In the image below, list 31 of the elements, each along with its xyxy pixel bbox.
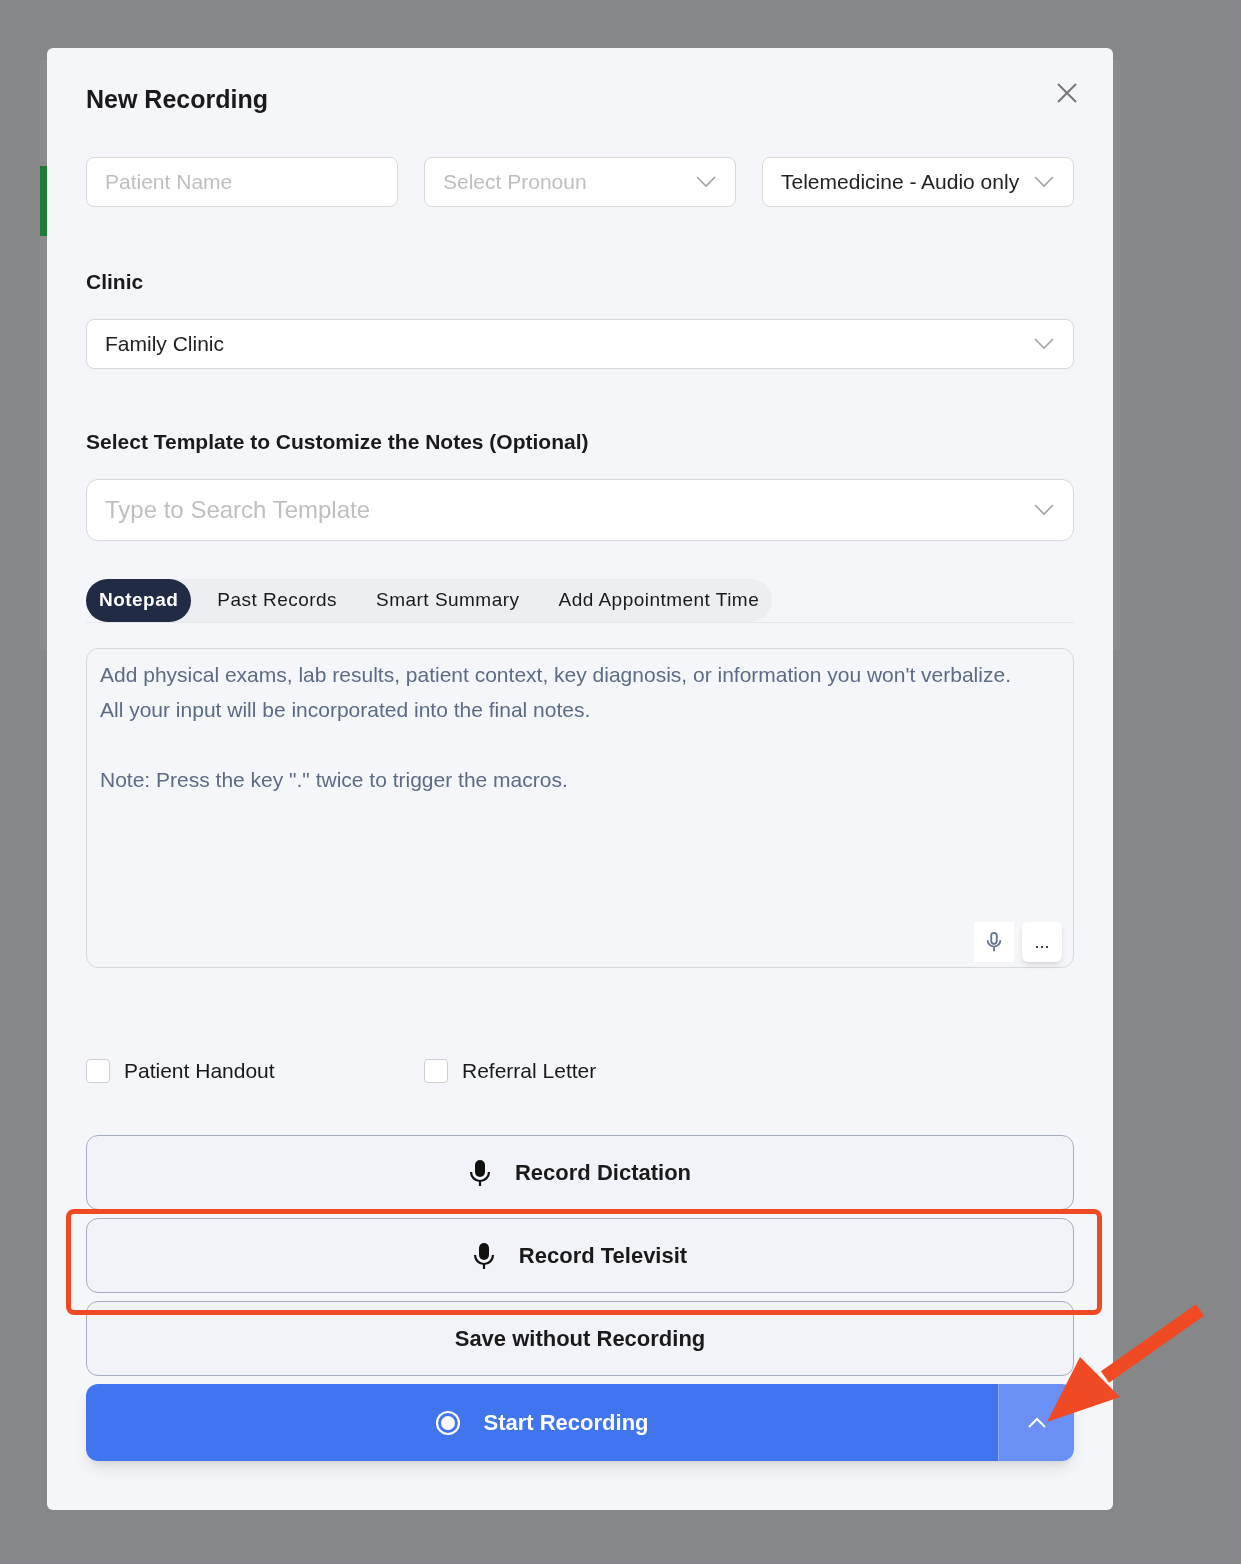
chevron-down-icon (1033, 503, 1055, 517)
checkbox[interactable] (86, 1059, 110, 1083)
microphone-icon[interactable] (974, 922, 1014, 962)
tab[interactable]: Smart Summary (363, 579, 533, 622)
action-button[interactable]: Record Dictation (86, 1135, 1074, 1210)
checkbox[interactable] (424, 1059, 448, 1083)
notepad-field[interactable]: Add physical exams, lab results, patient context, key diagnosis, or information you won't verbalize. All your input will be incorporated into the final notes. Note: Press the key "." twice to trigger the macros. ... (86, 648, 1074, 968)
tab[interactable]: Notepad (86, 579, 192, 622)
tab[interactable]: Past Records (204, 579, 351, 622)
patient-name-field[interactable]: Patient Name (86, 157, 398, 207)
dialog-title: New Recording (86, 84, 268, 116)
checkbox-label: Patient Handout (124, 1058, 275, 1085)
record-icon (435, 1409, 462, 1436)
chevron-up-icon (1026, 1416, 1047, 1429)
field-label: Clinic (86, 269, 145, 295)
tab[interactable]: Add Appointment Time (545, 579, 773, 622)
microphone-icon (469, 1158, 491, 1187)
microphone-icon (472, 1241, 495, 1270)
clinic-dropdown[interactable]: Family Clinic (86, 318, 1074, 369)
chevron-down-icon (1033, 336, 1055, 351)
action-button[interactable]: Record Televisit (86, 1218, 1074, 1293)
dropdown-field[interactable]: Telemedicine - Audio only (762, 157, 1074, 207)
close-icon[interactable] (1055, 81, 1079, 105)
expand-toggle[interactable] (998, 1384, 1074, 1461)
checkbox-label: Referral Letter (462, 1058, 597, 1085)
more-button[interactable]: ... (1022, 922, 1062, 962)
field-label: Select Template to Customize the Notes (Optional) (86, 428, 590, 455)
chevron-down-icon (695, 175, 717, 189)
chevron-down-icon (1033, 175, 1055, 189)
action-button[interactable]: Save without Recording (86, 1301, 1074, 1376)
start-recording-button[interactable]: Start Recording (86, 1384, 998, 1461)
